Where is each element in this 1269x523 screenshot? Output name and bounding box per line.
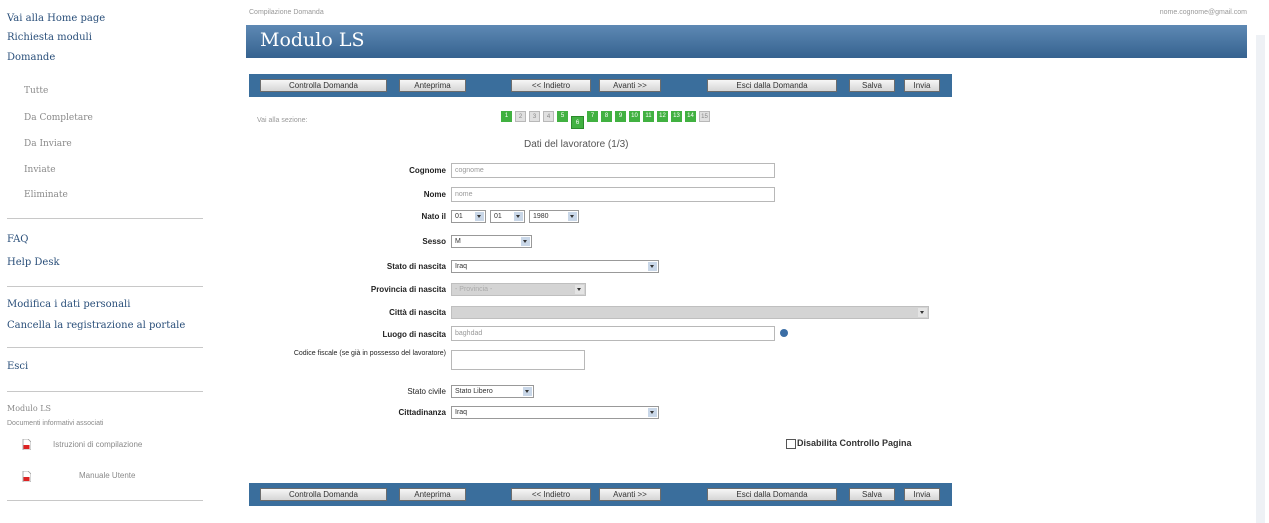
codice-fiscale-label: Codice fiscale (se già in possesso del l… (293, 350, 446, 357)
sidebar-divider (7, 218, 203, 219)
section-1-button[interactable]: 1 (501, 111, 512, 122)
home-link[interactable]: Vai alla Home page (7, 13, 105, 24)
chevron-down-icon (648, 262, 657, 271)
luogo-nascita-input[interactable]: baghdad (451, 326, 775, 341)
sidebar-item-eliminate[interactable]: Eliminate (24, 190, 68, 200)
domande-link[interactable]: Domande (7, 52, 55, 63)
manuale-utente-link[interactable]: Manuale Utente (79, 471, 135, 480)
istruzioni-link[interactable]: Istruzioni di compilazione (53, 440, 142, 449)
chevron-down-icon (523, 387, 532, 396)
sidebar: Vai alla Home page Richiesta moduli Doma… (0, 0, 212, 523)
richiesta-moduli-link[interactable]: Richiesta moduli (7, 32, 92, 43)
section-15-button[interactable]: 15 (699, 111, 710, 122)
cognome-label: Cognome (409, 166, 446, 175)
indietro-button[interactable]: << Indietro (511, 79, 591, 92)
breadcrumb: Compilazione Domanda (249, 9, 324, 16)
pdf-icon (22, 439, 31, 450)
nome-label: Nome (423, 190, 446, 199)
sidebar-divider (7, 347, 203, 348)
sidebar-item-da-inviare[interactable]: Da Inviare (24, 139, 72, 149)
section-7-button[interactable]: 7 (587, 111, 598, 122)
toolbar-bottom: Controlla Domanda Anteprima << Indietro … (249, 483, 952, 506)
section-14-button[interactable]: 14 (685, 111, 696, 122)
sidebar-item-inviate[interactable]: Inviate (24, 165, 56, 175)
stato-civile-label: Stato civile (407, 387, 446, 396)
toolbar-top: Controlla Domanda Anteprima << Indietro … (249, 74, 952, 97)
chevron-down-icon (568, 212, 577, 221)
luogo-nascita-label: Luogo di nascita (382, 330, 446, 339)
provincia-nascita-label: Provincia di nascita (370, 285, 446, 294)
section-2-button[interactable]: 2 (515, 111, 526, 122)
section-5-button[interactable]: 5 (557, 111, 568, 122)
birth-month-select[interactable]: 01 (490, 210, 525, 223)
codice-fiscale-input[interactable] (451, 350, 585, 370)
section-9-button[interactable]: 9 (615, 111, 626, 122)
disable-check-checkbox[interactable] (786, 439, 796, 449)
chevron-down-icon (648, 408, 657, 417)
nome-input[interactable]: nome (451, 187, 775, 202)
citta-nascita-select (451, 306, 929, 319)
avanti-button[interactable]: Avanti >> (599, 488, 661, 501)
invia-button[interactable]: Invia (904, 488, 940, 501)
sidebar-divider (7, 286, 203, 287)
birth-year-select[interactable]: 1980 (529, 210, 579, 223)
cancella-registrazione-link[interactable]: Cancella la registrazione al portale (7, 320, 185, 331)
controlla-domanda-button[interactable]: Controlla Domanda (260, 79, 387, 92)
cognome-input[interactable]: cognome (451, 163, 775, 178)
chevron-down-icon (575, 285, 584, 294)
module-name: Modulo LS (7, 404, 51, 413)
title-bar: Modulo LS (246, 25, 1247, 58)
sesso-label: Sesso (422, 237, 446, 246)
sesso-select[interactable]: M (451, 235, 532, 248)
section-11-button[interactable]: 11 (643, 111, 654, 122)
chevron-down-icon (918, 308, 927, 317)
section-6-button[interactable]: 6 (571, 116, 584, 129)
salva-button[interactable]: Salva (849, 79, 895, 92)
modifica-dati-link[interactable]: Modifica i dati personali (7, 299, 130, 310)
stato-nascita-label: Stato di nascita (386, 262, 446, 271)
section-13-button[interactable]: 13 (671, 111, 682, 122)
birth-day-select[interactable]: 01 (451, 210, 486, 223)
sidebar-divider (7, 500, 203, 501)
stato-nascita-select[interactable]: Iraq (451, 260, 659, 273)
chevron-down-icon (514, 212, 523, 221)
chevron-down-icon (521, 237, 530, 246)
controlla-domanda-button[interactable]: Controlla Domanda (260, 488, 387, 501)
cittadinanza-label: Cittadinanza (398, 408, 446, 417)
pdf-icon (22, 471, 31, 482)
esci-domanda-button[interactable]: Esci dalla Domanda (707, 79, 837, 92)
user-email: nome.cognome@gmail.com (1159, 9, 1247, 16)
section-10-button[interactable]: 10 (629, 111, 640, 122)
sidebar-divider (7, 391, 203, 392)
avanti-button[interactable]: Avanti >> (599, 79, 661, 92)
sidebar-item-tutte[interactable]: Tutte (24, 86, 48, 96)
cittadinanza-select[interactable]: Iraq (451, 406, 659, 419)
scrollbar[interactable] (1256, 35, 1265, 523)
help-desk-link[interactable]: Help Desk (7, 257, 60, 268)
section-12-button[interactable]: 12 (657, 111, 668, 122)
indietro-button[interactable]: << Indietro (511, 488, 591, 501)
citta-nascita-label: Città di nascita (389, 308, 446, 317)
anteprima-button[interactable]: Anteprima (399, 79, 466, 92)
anteprima-button[interactable]: Anteprima (399, 488, 466, 501)
faq-link[interactable]: FAQ (7, 234, 29, 245)
disable-check-label: Disabilita Controllo Pagina (797, 438, 912, 448)
salva-button[interactable]: Salva (849, 488, 895, 501)
sidebar-item-da-completare[interactable]: Da Completare (24, 113, 93, 123)
nav-label: Vai alla sezione: (257, 117, 308, 124)
nato-label: Nato il (421, 212, 446, 221)
section-8-button[interactable]: 8 (601, 111, 612, 122)
documents-title: Documenti informativi associati (7, 420, 104, 427)
invia-button[interactable]: Invia (904, 79, 940, 92)
stato-civile-select[interactable]: Stato Libero (451, 385, 534, 398)
esci-domanda-button[interactable]: Esci dalla Domanda (707, 488, 837, 501)
esci-link[interactable]: Esci (7, 361, 28, 372)
page-title: Modulo LS (260, 29, 365, 51)
help-icon[interactable] (780, 329, 788, 337)
section-3-button[interactable]: 3 (529, 111, 540, 122)
form-title: Dati del lavoratore (1/3) (524, 139, 629, 150)
section-4-button[interactable]: 4 (543, 111, 554, 122)
chevron-down-icon (475, 212, 484, 221)
provincia-nascita-select: - Provincia - (451, 283, 586, 296)
